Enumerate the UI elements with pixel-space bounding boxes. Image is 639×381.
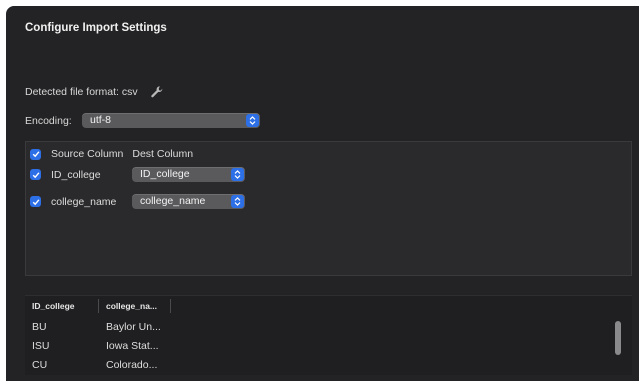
- source-column-name: ID_college: [51, 168, 101, 181]
- dialog-title: Configure Import Settings: [25, 22, 167, 34]
- encoding-select[interactable]: utf-8: [82, 113, 260, 128]
- include-column-checkbox[interactable]: [30, 169, 41, 180]
- dest-column-header: Dest Column: [132, 148, 194, 160]
- source-column-header: Source Column: [51, 148, 124, 160]
- table-cell: CU: [32, 358, 48, 371]
- mapping-header: Source Column Dest Column: [30, 148, 193, 160]
- chevron-up-down-icon: [246, 114, 259, 127]
- table-cell: ISU: [32, 339, 50, 352]
- wrench-icon[interactable]: [150, 85, 164, 99]
- table-row: ISU Iowa Stat...: [25, 336, 615, 355]
- chevron-up-down-icon: [231, 195, 244, 208]
- table-cell: Iowa Stat...: [106, 339, 159, 352]
- table-cell: Colorado...: [106, 358, 158, 371]
- column-header[interactable]: ID_college: [25, 299, 99, 313]
- table-row: BU Baylor Un...: [25, 317, 615, 336]
- encoding-value: utf-8: [90, 114, 112, 126]
- dest-column-select[interactable]: ID_college: [132, 167, 245, 182]
- data-preview-table: ID_college college_na... BU Baylor Un...…: [25, 295, 632, 375]
- import-settings-dialog: Configure Import Settings Detected file …: [6, 6, 639, 381]
- column-header[interactable]: college_na...: [99, 299, 171, 313]
- include-column-checkbox[interactable]: [30, 196, 41, 207]
- table-cell: Baylor Un...: [106, 320, 161, 333]
- select-all-checkbox[interactable]: [30, 148, 41, 160]
- table-cell: BU: [32, 320, 47, 333]
- vertical-scrollbar[interactable]: [615, 321, 621, 355]
- dest-column-select[interactable]: college_name: [132, 194, 245, 209]
- table-header: ID_college college_na...: [25, 296, 632, 316]
- source-column-name: college_name: [51, 195, 117, 208]
- dest-column-value: ID_college: [140, 168, 190, 180]
- detected-format-row: Detected file format: csv: [25, 85, 164, 99]
- chevron-up-down-icon: [231, 168, 244, 181]
- mapping-row: college_name college_name: [30, 194, 245, 209]
- table-row: CU Colorado...: [25, 355, 615, 374]
- dest-column-value: college_name: [140, 195, 206, 207]
- detected-format-label: Detected file format: csv: [25, 86, 138, 98]
- encoding-row: Encoding: utf-8: [25, 113, 260, 128]
- mapping-row: ID_college ID_college: [30, 167, 245, 182]
- column-mapping-panel: Source Column Dest Column ID_college ID_…: [25, 141, 632, 276]
- encoding-label: Encoding:: [25, 114, 72, 127]
